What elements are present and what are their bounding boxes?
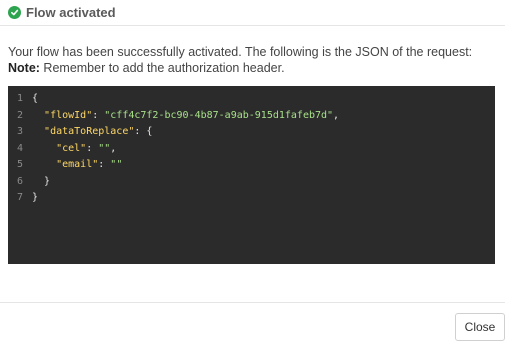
line-number: 2 [16, 109, 23, 121]
dialog-title: Flow activated [26, 5, 116, 20]
json-key: "email" [56, 159, 99, 170]
code-line: 4 "cel": "", [8, 141, 495, 158]
line-number: 5 [16, 159, 23, 170]
note-text: Remember to add the authorization header… [39, 61, 285, 75]
code-line: 2 "flowId": "cff4c7f2-bc90-4b87-a9ab-915… [8, 108, 495, 125]
code-punctuation: { [146, 126, 153, 137]
json-string: "cff4c7f2-bc90-4b87-a9ab-915d1fafeb7d" [104, 109, 334, 121]
code-line: 6 } [8, 174, 495, 191]
code-line: 5 "email": "" [8, 157, 495, 174]
json-code-block[interactable]: 1{ 2 "flowId": "cff4c7f2-bc90-4b87-a9ab-… [8, 86, 495, 264]
note-label: Note: [8, 61, 40, 75]
json-key: "flowId" [44, 109, 93, 121]
line-number: 6 [16, 175, 23, 187]
code-punctuation: , [110, 142, 117, 154]
code-punctuation: : [98, 159, 111, 170]
code-line: 3 "dataToReplace": { [8, 124, 495, 141]
code-punctuation: , [333, 109, 340, 121]
line-number: 4 [16, 142, 23, 154]
code-punctuation: } [32, 192, 39, 203]
json-key: "cel" [56, 142, 87, 154]
code-line: 7} [8, 190, 495, 207]
json-key: "dataToReplace" [44, 126, 135, 137]
dialog-header: Flow activated [0, 0, 505, 26]
check-circle-icon [8, 6, 21, 19]
code-punctuation: : [134, 126, 147, 137]
json-string: "" [98, 142, 111, 154]
code-line: 1{ [8, 91, 495, 108]
dialog-body: Your flow has been successfully activate… [0, 26, 505, 264]
line-number: 3 [16, 126, 23, 137]
code-punctuation: { [32, 93, 39, 104]
code-punctuation: : [86, 142, 99, 154]
code-punctuation: } [44, 175, 51, 187]
description-line: Your flow has been successfully activate… [8, 45, 473, 59]
flow-activated-dialog: Flow activated Your flow has been succes… [0, 0, 505, 346]
description-text: Your flow has been successfully activate… [8, 44, 497, 76]
close-button[interactable]: Close [455, 313, 505, 341]
line-number: 1 [16, 93, 23, 104]
dialog-footer: Close [0, 302, 505, 346]
line-number: 7 [16, 192, 23, 203]
code-punctuation: : [92, 109, 105, 121]
json-string: "" [110, 159, 123, 170]
